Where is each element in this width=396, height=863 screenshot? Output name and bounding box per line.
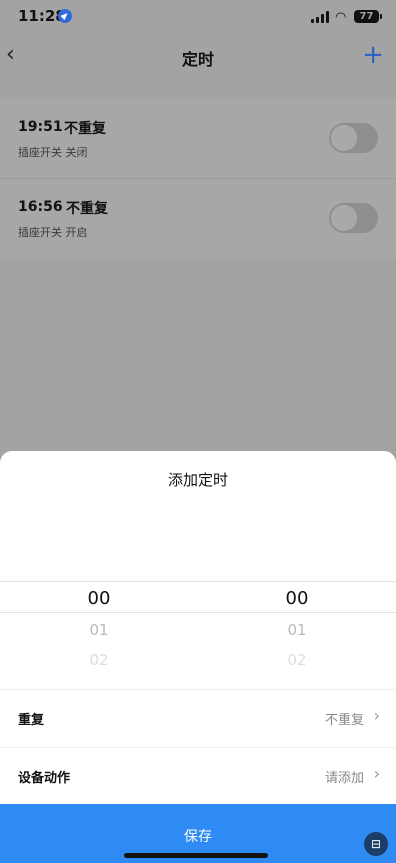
repeat-value: 不重复 [324,713,364,728]
timer-repeat: 不重复 [64,121,106,137]
plus-icon[interactable]: + [362,40,384,70]
battery-icon: 77 [354,10,382,23]
hour-option[interactable]: 01 [0,621,198,639]
repeat-label: 重复 [18,713,45,728]
toggle-knob [331,205,357,231]
navigation-bar: ‹ 定时 + [0,36,396,78]
timer-repeat: 不重复 [66,201,108,217]
toggle-knob [331,125,357,151]
picker-divider [0,612,396,613]
time-picker[interactable]: 00 01 02 00 01 02 [0,581,396,681]
timer-time: 16:56 [18,199,63,215]
timer-list: 19:51 不重复 插座开关 关闭 16:56 不重复 插座开关 开启 [0,99,396,259]
timer-toggle[interactable] [329,123,378,153]
page-title: 定时 [181,50,214,69]
timer-description: 插座开关 开启 [18,226,88,239]
device-action-row[interactable]: 设备动作 请添加 › [0,747,396,805]
status-bar: 11:28 ◠ 77 [0,0,396,36]
chevron-right-icon: › [373,764,380,783]
sheet-title: 添加定时 [167,471,228,489]
home-indicator [124,853,268,858]
add-timer-sheet: 添加定时 00 01 02 00 01 02 重复 不重复 › 设备动作 请添加… [0,451,396,863]
device-action-label: 设备动作 [18,771,71,786]
repeat-row[interactable]: 重复 不重复 › [0,689,396,747]
timer-toggle[interactable] [329,203,378,233]
picker-divider [0,581,396,582]
scan-icon[interactable]: ⊟ [364,832,388,856]
timer-item[interactable]: 16:56 不重复 插座开关 开启 [0,179,396,259]
timer-description: 插座开关 关闭 [18,146,88,159]
location-icon [58,9,72,23]
minute-option[interactable]: 01 [198,621,396,639]
signal-icon [311,11,329,23]
wifi-icon: ◠ [335,10,347,25]
chevron-right-icon: › [373,706,380,725]
device-action-value: 请添加 [324,771,364,786]
minute-option[interactable]: 02 [198,651,396,669]
hour-option[interactable]: 02 [0,651,198,669]
timer-item[interactable]: 19:51 不重复 插座开关 关闭 [0,99,396,179]
hour-selected[interactable]: 00 [0,588,198,609]
minute-selected[interactable]: 00 [198,588,396,609]
save-label: 保存 [184,829,212,845]
timer-time: 19:51 [18,119,63,135]
